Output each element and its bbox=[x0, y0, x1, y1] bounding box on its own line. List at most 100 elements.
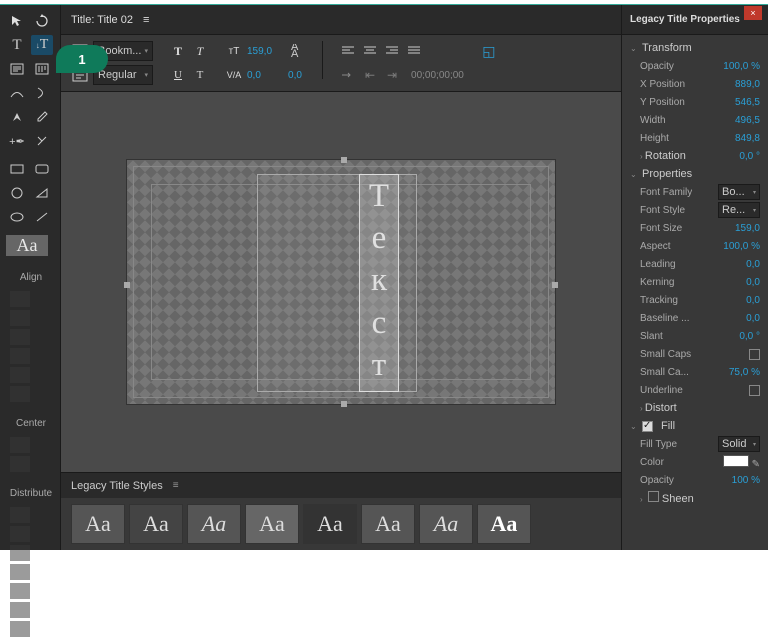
wedge-tool[interactable] bbox=[31, 183, 53, 203]
style-swatch[interactable]: Aa bbox=[361, 504, 415, 544]
center-h[interactable] bbox=[10, 437, 30, 453]
size-icon: ᴛT bbox=[225, 42, 243, 60]
ellipse-tool[interactable] bbox=[6, 183, 28, 203]
dist-1[interactable] bbox=[10, 507, 30, 523]
tab-button-3[interactable]: ⇥ bbox=[383, 66, 401, 84]
align-bottom[interactable] bbox=[10, 386, 30, 402]
tab-button-2[interactable]: ⇤ bbox=[361, 66, 379, 84]
fill-opacity-value[interactable]: 100 % bbox=[732, 475, 760, 486]
kerning-icon: V/A bbox=[225, 66, 243, 84]
width-value[interactable]: 496,5 bbox=[735, 115, 760, 126]
vertical-type-tool[interactable]: ↓T bbox=[31, 35, 53, 55]
panel-menu-icon[interactable]: ≡ bbox=[143, 14, 147, 26]
vertical-area-type-tool[interactable] bbox=[31, 59, 53, 79]
eyedropper-icon[interactable] bbox=[31, 107, 53, 127]
opacity-value[interactable]: 100,0 % bbox=[723, 61, 760, 72]
transform-section[interactable]: ⌄Transform bbox=[622, 39, 768, 57]
align-center-button[interactable] bbox=[361, 42, 379, 60]
dist-7[interactable] bbox=[10, 621, 30, 637]
baseline-value[interactable]: 0,0 bbox=[746, 313, 760, 324]
document-area: Title: Title 02 ≡ Bookm...▾ Regular▾ T T bbox=[60, 5, 622, 550]
smallcaps-button[interactable]: T bbox=[191, 66, 209, 84]
fill-section[interactable]: ⌄Fill bbox=[622, 417, 768, 435]
tab-button-1[interactable] bbox=[339, 66, 357, 84]
slant-value[interactable]: 0,0 ° bbox=[739, 331, 760, 342]
fill-checkbox[interactable] bbox=[642, 421, 653, 432]
font-style-prop-dropdown[interactable]: Re...▾ bbox=[718, 202, 760, 218]
close-button[interactable]: × bbox=[744, 6, 762, 20]
fill-eyedropper-icon[interactable]: ✎ bbox=[752, 459, 760, 470]
rounded-rectangle-tool[interactable] bbox=[31, 159, 53, 179]
dist-2[interactable] bbox=[10, 526, 30, 542]
selection-tool[interactable] bbox=[6, 11, 28, 31]
style-swatch[interactable]: Aa bbox=[71, 504, 125, 544]
dist-3[interactable] bbox=[10, 545, 30, 561]
leading-value[interactable]: 0,0 bbox=[288, 70, 302, 81]
yposition-value[interactable]: 546,5 bbox=[735, 97, 760, 108]
italic-button[interactable]: T bbox=[191, 42, 209, 60]
align-left[interactable] bbox=[10, 291, 30, 307]
fill-color-swatch[interactable] bbox=[723, 455, 749, 467]
title-canvas[interactable]: Т е к с т bbox=[126, 159, 556, 405]
style-swatch[interactable]: Aa bbox=[303, 504, 357, 544]
properties-section[interactable]: ⌄Properties bbox=[622, 165, 768, 183]
aspect-value[interactable]: 100,0 % bbox=[723, 241, 760, 252]
align-vcenter[interactable] bbox=[10, 367, 30, 383]
height-value[interactable]: 849,8 bbox=[735, 133, 760, 144]
type-tool[interactable]: T bbox=[6, 35, 28, 55]
leading-value[interactable]: 0,0 bbox=[746, 259, 760, 270]
svg-text:A: A bbox=[291, 48, 299, 58]
show-video-button[interactable]: ◱ bbox=[480, 42, 498, 60]
dist-4[interactable] bbox=[10, 564, 30, 580]
center-v[interactable] bbox=[10, 456, 30, 472]
line-tool[interactable] bbox=[31, 207, 53, 227]
tracking-value[interactable]: 0,0 bbox=[746, 295, 760, 306]
style-swatch[interactable]: Aa bbox=[129, 504, 183, 544]
style-swatch[interactable]: Aa bbox=[477, 504, 531, 544]
kerning-value[interactable]: 0,0 bbox=[247, 70, 261, 81]
rectangle-tool[interactable] bbox=[6, 159, 28, 179]
align-hcenter[interactable] bbox=[10, 310, 30, 326]
title-toolbar: Bookm...▾ Regular▾ T T U T ᴛT159,0 bbox=[61, 35, 621, 92]
style-swatch[interactable]: Aa bbox=[245, 504, 299, 544]
align-left-button[interactable] bbox=[339, 42, 357, 60]
smallcaps-size-value[interactable]: 75,0 % bbox=[729, 367, 760, 378]
rotate-tool[interactable] bbox=[31, 11, 53, 31]
style-preview[interactable]: Aa bbox=[6, 235, 48, 256]
arc-tool[interactable] bbox=[6, 207, 28, 227]
align-top[interactable] bbox=[10, 348, 30, 364]
font-family-prop-dropdown[interactable]: Bo...▾ bbox=[718, 184, 760, 200]
underline-checkbox[interactable] bbox=[749, 385, 760, 396]
fill-type-dropdown[interactable]: Solid▾ bbox=[718, 436, 760, 452]
smallcaps-checkbox[interactable] bbox=[749, 349, 760, 360]
align-right-button[interactable] bbox=[383, 42, 401, 60]
align-right[interactable] bbox=[10, 329, 30, 345]
center-section-label: Center bbox=[6, 418, 56, 429]
callout-badge: 1 bbox=[56, 45, 108, 73]
style-swatch[interactable]: Aa bbox=[187, 504, 241, 544]
convert-anchor-tool[interactable] bbox=[31, 131, 53, 151]
add-anchor-tool[interactable]: +✒ bbox=[6, 131, 28, 151]
tools-panel: T ↓T 1 +✒ bbox=[0, 5, 60, 550]
rotation-value[interactable]: 0,0 ° bbox=[739, 151, 760, 162]
dist-5[interactable] bbox=[10, 583, 30, 599]
underline-button[interactable]: U bbox=[169, 66, 187, 84]
font-size-value[interactable]: 159,0 bbox=[247, 46, 272, 57]
kerning-prop-value[interactable]: 0,0 bbox=[746, 277, 760, 288]
vertical-path-type-tool[interactable] bbox=[31, 83, 53, 103]
dist-6[interactable] bbox=[10, 602, 30, 618]
path-type-tool[interactable] bbox=[6, 83, 28, 103]
justify-button[interactable] bbox=[405, 42, 423, 60]
title-tab-header: Title: Title 02 ≡ bbox=[61, 5, 621, 35]
styles-panel-header: Legacy Title Styles ≡ bbox=[61, 472, 621, 498]
bold-button[interactable]: T bbox=[169, 42, 187, 60]
pen-tool[interactable] bbox=[6, 107, 28, 127]
style-swatch[interactable]: Aa bbox=[419, 504, 473, 544]
fontsize-value[interactable]: 159,0 bbox=[735, 223, 760, 234]
align-section-label: Align bbox=[6, 272, 56, 283]
xposition-value[interactable]: 889,0 bbox=[735, 79, 760, 90]
styles-panel-menu-icon[interactable]: ≡ bbox=[173, 480, 177, 491]
vertical-text-object[interactable]: Т е к с т bbox=[359, 174, 399, 392]
sheen-checkbox[interactable] bbox=[648, 491, 659, 502]
area-type-tool[interactable] bbox=[6, 59, 28, 79]
